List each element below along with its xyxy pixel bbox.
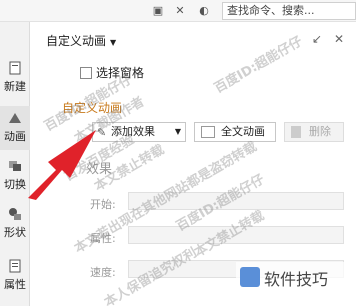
transition-icon (9, 161, 21, 171)
sidebar-item-shape[interactable]: 形状 (0, 206, 30, 240)
trash-icon (291, 126, 301, 138)
sidebar-item-label: 新建 (4, 80, 26, 93)
top-toolbar: ▣ ✕ ◐ 查找命令、搜索... (0, 0, 356, 22)
start-select[interactable] (128, 192, 344, 210)
panel-title-text: 自定义动画 (46, 34, 107, 48)
sidebar-item-properties[interactable]: 属性 (0, 258, 30, 292)
red-arrow-annotation (28, 130, 96, 200)
full-animation-icon (201, 126, 215, 138)
property-select[interactable] (128, 226, 344, 244)
full-animation-button[interactable]: 全文动画 (194, 122, 276, 142)
tools-icon[interactable]: ✕ (172, 3, 188, 19)
add-effect-label: 添加效果 (111, 125, 155, 138)
properties-icon (9, 259, 21, 273)
site-logo: 软件技巧 (236, 262, 354, 292)
panel-title[interactable]: 自定义动画 ▼ (46, 32, 116, 49)
palette-icon[interactable]: ◐ (196, 3, 212, 19)
restore-icon[interactable]: ↙ (312, 32, 322, 46)
delete-button[interactable]: 删除 (284, 122, 344, 142)
logo-icon (240, 267, 260, 287)
property-label: 属性: (90, 232, 116, 245)
chevron-down-icon: ▼ (110, 38, 117, 47)
logo-text: 软件技巧 (264, 270, 329, 289)
new-icon (9, 61, 21, 75)
select-pane-icon (80, 67, 92, 79)
speed-label: 速度: (90, 266, 116, 279)
search-text: 查找命令、搜索... (227, 4, 315, 17)
shape-icon (9, 208, 21, 220)
select-pane-label: 选择窗格 (96, 66, 145, 80)
delete-label: 删除 (309, 125, 331, 138)
chevron-down-icon: ▼ (174, 127, 181, 136)
watermark-text: 百度ID:超能仔仔 (212, 34, 306, 97)
sidebar-item-label: 形状 (4, 226, 26, 239)
search-input[interactable]: 查找命令、搜索... (222, 2, 356, 20)
video-icon[interactable]: ▣ (150, 3, 166, 19)
sidebar-item-label: 属性 (4, 278, 26, 291)
close-icon[interactable]: ✕ (334, 32, 344, 46)
full-animation-label: 全文动画 (221, 125, 265, 138)
sidebar-item-new[interactable]: 新建 (0, 60, 30, 94)
animation-icon (9, 113, 21, 123)
select-pane-button[interactable]: 选择窗格 (80, 64, 144, 81)
